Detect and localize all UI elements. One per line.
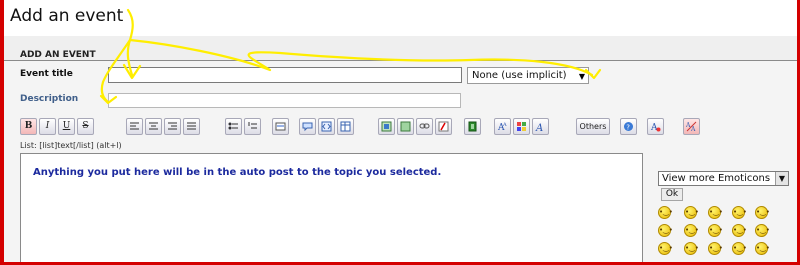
page-title: Add an event	[10, 6, 124, 26]
font-button[interactable]: A	[532, 118, 549, 135]
visibility-select[interactable]: None (use implicit) ▼	[467, 67, 589, 84]
horizontal-rule-icon	[273, 121, 288, 132]
align-right-button[interactable]	[164, 118, 181, 135]
emoticons-select[interactable]: View more Emoticons ▼	[658, 171, 789, 186]
justify-button[interactable]	[183, 118, 200, 135]
emoticon-angry-icon[interactable]: •‿•	[708, 224, 723, 237]
remove-format-button[interactable]: A	[647, 118, 664, 135]
align-left-icon	[127, 121, 142, 132]
strikethrough-button[interactable]: S	[77, 118, 94, 135]
justify-icon	[184, 121, 199, 132]
emoticon-sad-icon[interactable]: •‿•	[732, 206, 747, 219]
event-form-panel: ADD AN EVENT Event title None (use impli…	[4, 36, 797, 262]
color-palette-icon	[514, 121, 529, 132]
color-button[interactable]	[513, 118, 530, 135]
emoticon-neutral-icon[interactable]: •‿•	[732, 224, 747, 237]
flash-button[interactable]	[435, 118, 452, 135]
code-icon	[319, 121, 334, 132]
svg-text:A: A	[650, 123, 658, 132]
italic-button[interactable]: I	[39, 118, 56, 135]
visibility-select-value: None (use implicit)	[472, 70, 567, 81]
align-center-icon	[146, 121, 161, 132]
emoticon-cool-icon[interactable]: •‿•	[658, 224, 673, 237]
emoticon-surprised-icon[interactable]: •‿•	[708, 206, 723, 219]
align-left-button[interactable]	[126, 118, 143, 135]
emoticon-wink-icon[interactable]: •‿•	[732, 242, 747, 255]
align-right-icon	[165, 121, 180, 132]
numbered-list-icon	[245, 121, 260, 132]
toggle-mode-icon: AA	[684, 121, 699, 132]
description-label: Description	[20, 94, 79, 104]
table-icon	[338, 121, 353, 132]
toolbar-hint: List: [list]text[/list] (alt+l)	[20, 141, 122, 150]
emoticon-eek-icon[interactable]: •‿•	[755, 206, 770, 219]
table-button[interactable]	[337, 118, 354, 135]
toggle-mode-button[interactable]: AA	[683, 118, 700, 135]
italic-icon: I	[45, 121, 50, 131]
others-icon: Others	[579, 122, 607, 131]
numbered-list-button[interactable]	[244, 118, 261, 135]
font-size-icon: AA	[495, 121, 510, 132]
chevron-down-icon: ▼	[578, 72, 585, 81]
event-title-input[interactable]	[108, 67, 462, 83]
emoticon-laugh-icon[interactable]: •‿•	[658, 206, 673, 219]
horizontal-rule-button[interactable]	[272, 118, 289, 135]
align-center-button[interactable]	[145, 118, 162, 135]
code-button[interactable]	[318, 118, 335, 135]
bullet-list-button[interactable]	[225, 118, 242, 135]
link-button[interactable]	[416, 118, 433, 135]
editor-content: Anything you put here will be in the aut…	[33, 167, 442, 178]
emoticon-evil-icon[interactable]: •‿•	[684, 242, 699, 255]
underline-button[interactable]: U	[58, 118, 75, 135]
bold-icon: B	[24, 121, 33, 131]
help-button[interactable]: ?	[620, 118, 637, 135]
film-icon	[465, 121, 480, 132]
chevron-down-icon: ▼	[775, 172, 788, 185]
emoticons-ok-button[interactable]: Ok	[661, 188, 683, 201]
image-button[interactable]	[378, 118, 395, 135]
quote-button[interactable]	[299, 118, 316, 135]
font-icon: A	[533, 121, 548, 132]
event-title-label: Event title	[20, 69, 73, 79]
quote-icon	[300, 121, 315, 132]
emoticon-sleepy-icon[interactable]: •‿•	[755, 224, 770, 237]
section-header: ADD AN EVENT	[4, 36, 797, 61]
flash-icon	[436, 121, 451, 132]
image-upload-button[interactable]	[397, 118, 414, 135]
svg-text:?: ?	[626, 123, 630, 131]
svg-text:A: A	[535, 123, 543, 132]
bullet-list-icon	[226, 121, 241, 132]
remove-format-icon: A	[648, 121, 663, 132]
emoticon-smile-icon[interactable]: •‿•	[684, 206, 699, 219]
description-input[interactable]	[108, 93, 461, 108]
image-icon	[379, 121, 394, 132]
emoticon-rolleyes-icon[interactable]: •‿•	[684, 224, 699, 237]
emoticon-grid: •‿• •‿• •‿• •‿• •‿• •‿• •‿• •‿• •‿• •‿• •‿• •‿• •‿• •…	[658, 206, 778, 258]
video-button[interactable]	[464, 118, 481, 135]
emoticon-confused-icon[interactable]: •‿•	[658, 242, 673, 255]
section-title: ADD AN EVENT	[20, 50, 96, 60]
image-upload-icon	[398, 121, 413, 132]
strikethrough-icon: S	[82, 121, 89, 131]
emoticons-select-value: View more Emoticons	[662, 173, 771, 184]
others-button[interactable]: Others	[576, 118, 610, 135]
emoticon-embarrassed-icon[interactable]: •‿•	[755, 242, 770, 255]
bold-button[interactable]: B	[20, 118, 37, 135]
svg-text:A: A	[502, 122, 507, 128]
message-editor[interactable]: Anything you put here will be in the aut…	[20, 153, 643, 262]
emoticon-mad-icon[interactable]: •‿•	[708, 242, 723, 255]
link-icon	[417, 121, 432, 132]
help-icon: ?	[621, 121, 636, 132]
font-size-button[interactable]: AA	[494, 118, 511, 135]
underline-icon: U	[62, 121, 71, 131]
